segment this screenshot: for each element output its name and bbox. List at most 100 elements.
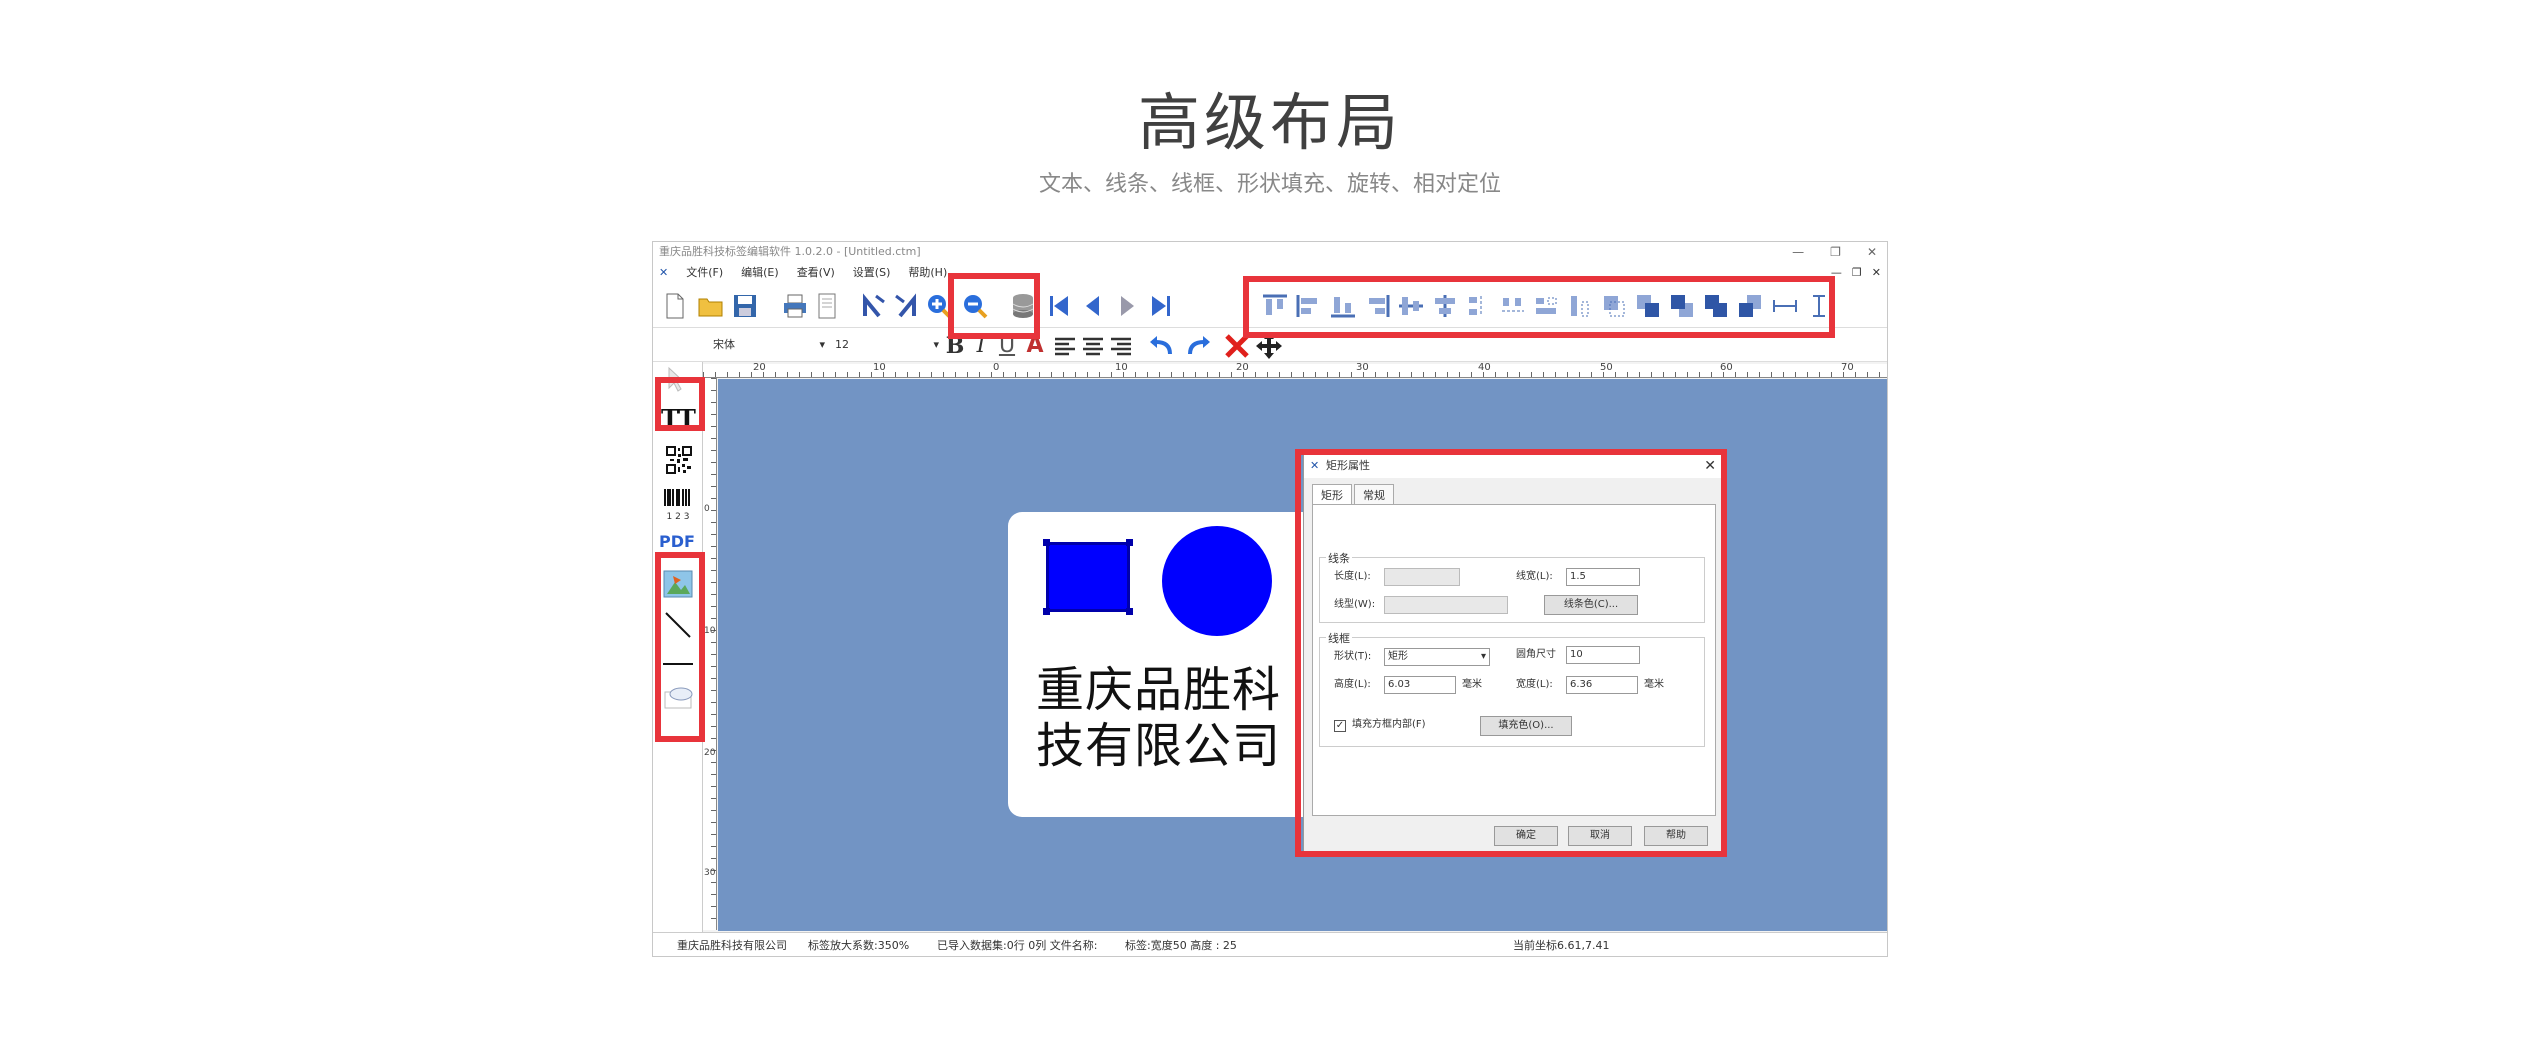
align-text-left-icon[interactable] [1051, 332, 1079, 360]
menu-file[interactable]: 文件(F) [686, 262, 723, 284]
shape-select[interactable]: 矩形 ▾ [1384, 648, 1490, 666]
menu-settings[interactable]: 设置(S) [853, 262, 891, 284]
menu-view[interactable]: 查看(V) [797, 262, 835, 284]
resize-handle[interactable] [1126, 608, 1133, 615]
resize-handle[interactable] [1043, 539, 1050, 546]
tab-rectangle[interactable]: 矩形 [1312, 484, 1352, 505]
menu-help[interactable]: 帮助(H) [908, 262, 947, 284]
rectangle-shape[interactable] [1043, 539, 1133, 615]
horizontal-space-icon[interactable] [1771, 292, 1799, 320]
label-text[interactable]: 重庆品胜科 技有限公司 [1036, 662, 1281, 774]
bold-button[interactable]: B [943, 334, 967, 358]
menu-edit[interactable]: 编辑(E) [741, 262, 779, 284]
new-file-icon[interactable] [661, 292, 689, 320]
zoom-out-icon[interactable] [961, 292, 989, 320]
app-logo-icon: ✕ [1310, 459, 1320, 472]
line-diagonal-icon[interactable] [663, 610, 693, 644]
next-record-icon[interactable] [1113, 292, 1141, 320]
qr-code-icon[interactable] [666, 446, 692, 478]
database-icon[interactable] [1009, 292, 1037, 320]
page-title: 高级布局 [1137, 86, 1402, 159]
width-input[interactable]: 6.36 [1566, 676, 1638, 694]
mdi-close-button[interactable]: ✕ [1872, 262, 1881, 284]
mdi-restore-button[interactable]: ❐ [1852, 262, 1862, 284]
line-color-button[interactable]: 线条色(C)... [1544, 595, 1638, 615]
zoom-in-icon[interactable] [925, 292, 953, 320]
align-middle-icon[interactable] [1397, 292, 1425, 320]
underline-button[interactable]: U [995, 334, 1019, 358]
align-left-icon[interactable] [1295, 292, 1323, 320]
align-top-icon[interactable] [1261, 292, 1289, 320]
resize-handle[interactable] [1126, 539, 1133, 546]
rotate-left-icon[interactable] [861, 292, 889, 320]
last-record-icon[interactable] [1147, 292, 1175, 320]
dialog-body: 线条 长度(L): 线宽(L): 1.5 线型(W): 线条色(C)... 线框… [1312, 504, 1716, 816]
help-button[interactable]: 帮助 [1644, 826, 1708, 846]
mdi-minimize-button[interactable]: — [1831, 262, 1842, 284]
height-input[interactable]: 6.03 [1384, 676, 1456, 694]
chevron-down-icon: ▾ [933, 338, 939, 351]
pdf-tool-icon[interactable]: PDF [659, 532, 695, 551]
align-center-icon[interactable] [1431, 292, 1459, 320]
font-color-button[interactable]: A [1023, 334, 1047, 358]
move-icon[interactable] [1255, 332, 1283, 360]
image-tool-icon[interactable] [663, 570, 693, 602]
circle-shape[interactable] [1162, 526, 1272, 636]
status-size: 标签:宽度50 高度 : 25 [1125, 939, 1237, 952]
menu-bar: ✕ 文件(F) 编辑(E) 查看(V) 设置(S) 帮助(H) — ❐ ✕ [653, 262, 1887, 284]
same-height-icon[interactable] [1567, 292, 1595, 320]
open-folder-icon[interactable] [697, 292, 725, 320]
vertical-space-icon[interactable] [1805, 292, 1833, 320]
print-preview-icon[interactable] [813, 292, 841, 320]
rectangle-properties-dialog: ✕ 矩形属性 ✕ 矩形 常规 线条 长度(L): 线宽(L): 1.5 线型(W… [1303, 453, 1725, 853]
distribute-vertical-icon[interactable] [1465, 292, 1493, 320]
dialog-close-icon[interactable]: ✕ [1704, 454, 1716, 478]
send-to-back-icon[interactable] [1669, 292, 1697, 320]
first-record-icon[interactable] [1045, 292, 1073, 320]
line-horizontal-icon[interactable] [663, 654, 693, 673]
print-icon[interactable] [781, 292, 809, 320]
maximize-button[interactable]: ❐ [1830, 242, 1841, 262]
vertical-ruler: 0 10 20 30 [703, 378, 717, 930]
corner-size-input[interactable]: 10 [1566, 646, 1640, 664]
barcode-icon[interactable]: 1 2 3 [663, 488, 693, 522]
save-icon[interactable] [731, 292, 759, 320]
align-text-right-icon[interactable] [1107, 332, 1135, 360]
same-width-icon[interactable] [1533, 292, 1561, 320]
distribute-horizontal-icon[interactable] [1499, 292, 1527, 320]
close-button[interactable]: ✕ [1867, 242, 1877, 262]
dialog-titlebar: ✕ 矩形属性 ✕ [1304, 454, 1724, 478]
line-type-select[interactable] [1384, 596, 1508, 614]
shape-tool-icon[interactable] [663, 682, 695, 714]
text-tool-icon[interactable]: TT [661, 404, 696, 433]
prev-record-icon[interactable] [1079, 292, 1107, 320]
redo-icon[interactable] [1185, 332, 1213, 360]
font-size-select[interactable]: 12 ▾ [831, 334, 943, 356]
italic-button[interactable]: I [969, 334, 993, 358]
window-titlebar: 重庆品胜科技标签编辑软件 1.0.2.0 - [Untitled.ctm] — … [653, 242, 1887, 262]
page-subtitle: 文本、线条、线框、形状填充、旋转、相对定位 [1038, 172, 1501, 197]
resize-handle[interactable] [1043, 608, 1050, 615]
ok-button[interactable]: 确定 [1494, 826, 1558, 846]
chevron-down-icon: ▾ [1480, 651, 1486, 662]
bring-to-front-icon[interactable] [1635, 292, 1663, 320]
tab-general[interactable]: 常规 [1354, 484, 1394, 505]
cancel-button[interactable]: 取消 [1568, 826, 1632, 846]
undo-icon[interactable] [1147, 332, 1175, 360]
pointer-icon[interactable] [666, 366, 688, 396]
align-right-icon[interactable] [1363, 292, 1391, 320]
bring-forward-icon[interactable] [1703, 292, 1731, 320]
align-bottom-icon[interactable] [1329, 292, 1357, 320]
same-size-icon[interactable] [1601, 292, 1629, 320]
fill-checkbox[interactable]: ✓ [1334, 720, 1346, 732]
rotate-right-icon[interactable] [891, 292, 919, 320]
delete-icon[interactable] [1223, 332, 1251, 360]
line-width-input[interactable]: 1.5 [1566, 568, 1640, 586]
align-text-center-icon[interactable] [1079, 332, 1107, 360]
length-input[interactable] [1384, 568, 1460, 586]
send-backward-icon[interactable] [1737, 292, 1765, 320]
font-name-select[interactable]: 宋体 ▾ [709, 334, 829, 356]
minimize-button[interactable]: — [1792, 242, 1804, 262]
fill-color-button[interactable]: 填充色(O)... [1480, 716, 1572, 736]
horizontal-ruler: 20 10 0 10 20 30 40 50 60 70 [703, 362, 1887, 378]
